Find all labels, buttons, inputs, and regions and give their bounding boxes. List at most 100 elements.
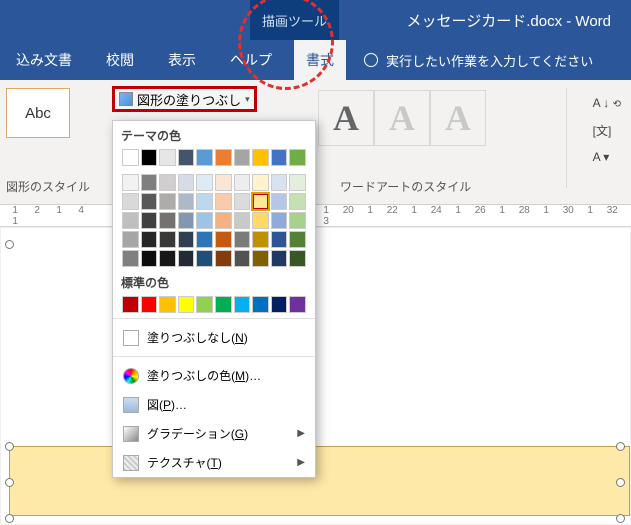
color-swatch[interactable]	[234, 149, 251, 166]
color-swatch[interactable]	[159, 174, 176, 191]
color-swatch[interactable]	[159, 250, 176, 267]
color-swatch[interactable]	[141, 250, 158, 267]
color-swatch[interactable]	[141, 174, 158, 191]
color-swatch[interactable]	[289, 231, 306, 248]
color-swatch[interactable]	[289, 193, 306, 210]
wordart-styles-gallery[interactable]: A A A	[318, 90, 486, 146]
color-swatch[interactable]	[271, 212, 288, 229]
color-swatch[interactable]	[252, 174, 269, 191]
color-swatch[interactable]	[122, 193, 139, 210]
color-swatch[interactable]	[122, 149, 139, 166]
color-swatch[interactable]	[159, 149, 176, 166]
selection-handle[interactable]	[616, 478, 625, 487]
color-swatch[interactable]	[196, 231, 213, 248]
color-swatch[interactable]	[271, 296, 288, 313]
tool-context-tab: 描画ツール	[250, 0, 339, 40]
shape-fill-dropdown: テーマの色 標準の色 塗りつぶしなし(N) 塗りつぶしの色(M)… 図(P)… …	[112, 120, 316, 478]
color-swatch[interactable]	[196, 174, 213, 191]
color-swatch[interactable]	[122, 174, 139, 191]
color-swatch[interactable]	[252, 231, 269, 248]
selection-handle[interactable]	[616, 514, 625, 523]
wordart-style-2[interactable]: A	[374, 90, 430, 146]
selection-handle[interactable]	[5, 514, 14, 523]
color-swatch[interactable]	[178, 231, 195, 248]
color-swatch[interactable]	[289, 149, 306, 166]
color-swatch[interactable]	[215, 193, 232, 210]
color-swatch[interactable]	[141, 231, 158, 248]
selection-handle[interactable]	[5, 240, 14, 249]
color-swatch[interactable]	[141, 296, 158, 313]
color-swatch[interactable]	[252, 250, 269, 267]
more-fill-colors-item[interactable]: 塗りつぶしの色(M)…	[113, 361, 315, 390]
color-swatch[interactable]	[234, 174, 251, 191]
selected-shape[interactable]	[9, 446, 630, 516]
color-swatch[interactable]	[122, 250, 139, 267]
selection-handle[interactable]	[5, 478, 14, 487]
color-swatch[interactable]	[271, 149, 288, 166]
color-swatch[interactable]	[159, 231, 176, 248]
color-swatch[interactable]	[178, 174, 195, 191]
color-swatch[interactable]	[271, 174, 288, 191]
color-swatch[interactable]	[234, 250, 251, 267]
color-swatch[interactable]	[196, 193, 213, 210]
color-swatch[interactable]	[159, 296, 176, 313]
text-effects-button[interactable]: A ▾	[593, 144, 621, 170]
selection-handle[interactable]	[616, 442, 625, 451]
color-swatch[interactable]	[159, 193, 176, 210]
color-swatch[interactable]	[178, 149, 195, 166]
color-swatch[interactable]	[196, 149, 213, 166]
color-swatch[interactable]	[234, 231, 251, 248]
color-swatch[interactable]	[252, 212, 269, 229]
color-swatch[interactable]	[252, 149, 269, 166]
selection-handle[interactable]	[5, 442, 14, 451]
wordart-style-1[interactable]: A	[318, 90, 374, 146]
color-swatch[interactable]	[215, 212, 232, 229]
tab-insert-doc[interactable]: 込み文書	[4, 40, 84, 80]
color-swatch[interactable]	[215, 250, 232, 267]
color-swatch[interactable]	[122, 231, 139, 248]
gradient-fill-item[interactable]: グラデーション(G) ▶	[113, 419, 315, 448]
color-swatch[interactable]	[159, 212, 176, 229]
picture-fill-item[interactable]: 図(P)…	[113, 390, 315, 419]
color-swatch[interactable]	[215, 174, 232, 191]
color-swatch[interactable]	[141, 193, 158, 210]
tell-me-search[interactable]: 実行したい作業を入力してください	[364, 51, 593, 70]
color-swatch[interactable]	[196, 296, 213, 313]
color-swatch[interactable]	[178, 296, 195, 313]
text-direction-button[interactable]: A ↓ ⟲	[593, 90, 621, 118]
color-swatch[interactable]	[196, 212, 213, 229]
no-fill-item[interactable]: 塗りつぶしなし(N)	[113, 323, 315, 352]
shape-style-preview[interactable]: Abc	[6, 88, 70, 138]
color-swatch[interactable]	[215, 231, 232, 248]
color-swatch[interactable]	[234, 296, 251, 313]
color-swatch[interactable]	[289, 212, 306, 229]
color-swatch[interactable]	[289, 250, 306, 267]
color-swatch[interactable]	[271, 231, 288, 248]
color-swatch[interactable]	[141, 149, 158, 166]
color-swatch[interactable]	[215, 149, 232, 166]
wordart-style-3[interactable]: A	[430, 90, 486, 146]
color-swatch[interactable]	[122, 212, 139, 229]
color-swatch[interactable]	[234, 212, 251, 229]
shape-fill-button[interactable]: 図形の塗りつぶし ▾	[112, 86, 257, 112]
align-text-button[interactable]: [文]	[593, 118, 621, 144]
color-swatch[interactable]	[122, 296, 139, 313]
color-swatch[interactable]	[178, 212, 195, 229]
color-swatch[interactable]	[271, 250, 288, 267]
texture-fill-item[interactable]: テクスチャ(T) ▶	[113, 448, 315, 477]
tab-help[interactable]: ヘルプ	[218, 40, 284, 80]
color-swatch[interactable]	[178, 193, 195, 210]
color-swatch[interactable]	[196, 250, 213, 267]
tab-format[interactable]: 書式	[294, 40, 346, 80]
color-swatch[interactable]	[289, 174, 306, 191]
color-swatch[interactable]	[252, 296, 269, 313]
color-swatch[interactable]	[252, 193, 269, 210]
color-swatch[interactable]	[271, 193, 288, 210]
color-swatch[interactable]	[141, 212, 158, 229]
color-swatch[interactable]	[289, 296, 306, 313]
tab-review[interactable]: 校閲	[94, 40, 146, 80]
color-swatch[interactable]	[215, 296, 232, 313]
color-swatch[interactable]	[234, 193, 251, 210]
color-swatch[interactable]	[178, 250, 195, 267]
tab-view[interactable]: 表示	[156, 40, 208, 80]
